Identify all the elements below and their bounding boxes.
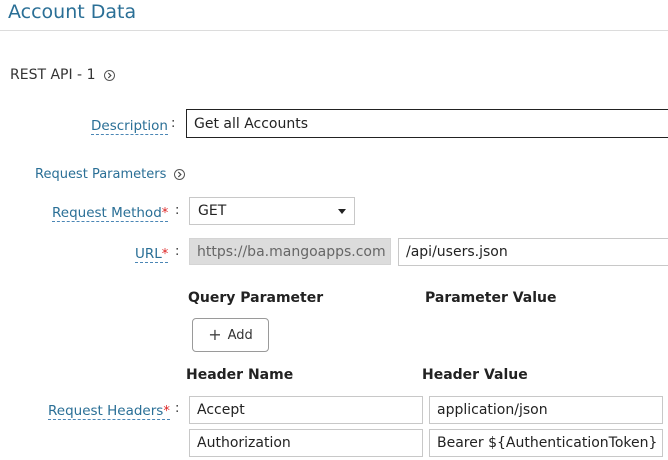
add-button-label: Add xyxy=(227,327,253,343)
header-value-input[interactable]: application/json xyxy=(429,396,663,424)
description-colon: : xyxy=(171,116,176,131)
header-value-value: Bearer ${AuthenticationToken} xyxy=(437,435,658,451)
url-base-value: https://ba.mangoapps.com xyxy=(197,243,386,260)
url-path-value: /api/users.json xyxy=(406,244,508,260)
request-method-label: Request Method* xyxy=(52,205,169,222)
request-parameters-toggle[interactable]: Request Parameters xyxy=(35,167,185,182)
required-mark: * xyxy=(163,404,170,419)
description-label-wrap: Description xyxy=(91,115,168,135)
header-name-value: Accept xyxy=(197,402,245,418)
method-label-wrap: Request Method* xyxy=(52,202,169,222)
header-name-header: Header Name xyxy=(186,367,294,383)
title-divider xyxy=(0,30,668,31)
header-value-header: Header Value xyxy=(422,367,528,383)
description-label: Description xyxy=(91,118,168,135)
api-title: REST API - 1 xyxy=(10,67,96,83)
required-mark: * xyxy=(161,206,169,221)
request-headers-label: Request Headers* xyxy=(48,403,170,420)
request-parameters-label: Request Parameters xyxy=(35,167,167,182)
chevron-right-circle-icon[interactable] xyxy=(173,169,185,180)
url-label: URL* xyxy=(135,246,169,263)
description-input[interactable]: Get all Accounts xyxy=(186,109,668,138)
headers-label-wrap: Request Headers* xyxy=(48,400,170,420)
add-query-parameter-button[interactable]: + Add xyxy=(192,318,269,352)
api-section-header[interactable]: REST API - 1 xyxy=(10,67,115,83)
query-parameter-header: Query Parameter xyxy=(188,290,324,306)
chevron-right-circle-icon[interactable] xyxy=(103,69,115,81)
header-name-input[interactable]: Authorization xyxy=(189,429,423,457)
description-value: Get all Accounts xyxy=(194,115,309,132)
caret-down-icon xyxy=(338,208,346,214)
header-name-input[interactable]: Accept xyxy=(189,396,423,424)
header-name-value: Authorization xyxy=(197,435,291,451)
request-method-select[interactable]: GET xyxy=(189,197,355,225)
plus-icon: + xyxy=(208,325,222,344)
header-value-value: application/json xyxy=(437,402,548,418)
page-title: Account Data xyxy=(8,1,137,23)
request-method-value: GET xyxy=(198,203,227,219)
method-colon: : xyxy=(175,203,180,218)
header-value-input[interactable]: Bearer ${AuthenticationToken} xyxy=(429,429,663,457)
parameter-value-header: Parameter Value xyxy=(425,290,557,306)
required-mark: * xyxy=(161,247,169,262)
url-path-input[interactable]: /api/users.json xyxy=(398,238,668,266)
url-label-wrap: URL* xyxy=(135,243,169,263)
headers-colon: : xyxy=(175,401,180,416)
url-base-field: https://ba.mangoapps.com xyxy=(189,238,391,265)
url-colon: : xyxy=(175,244,180,259)
